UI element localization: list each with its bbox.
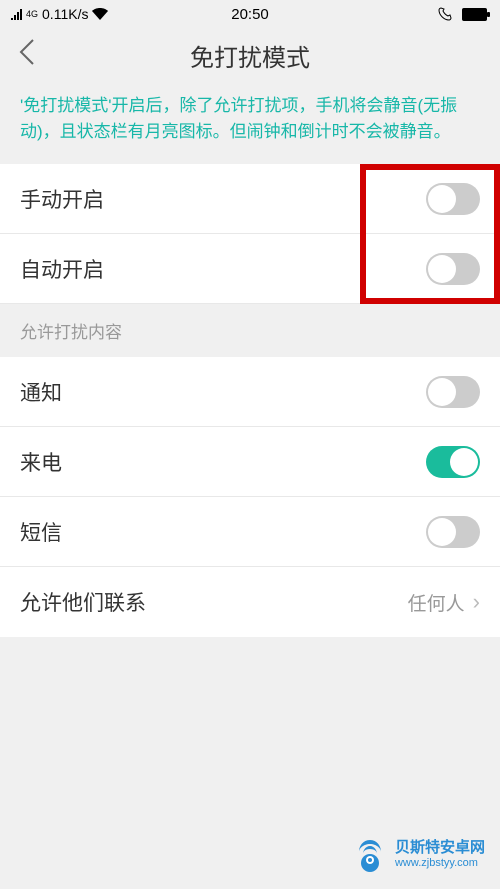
watermark: 贝斯特安卓网 www.zjbstyy.com [351, 836, 485, 874]
notification-row: 通知 [0, 357, 500, 427]
signal-label: 4G [26, 9, 38, 19]
status-right [438, 7, 490, 21]
manual-enable-row: 手动开启 [0, 164, 500, 234]
watermark-logo-icon [351, 836, 389, 874]
allow-section-header: 允许打扰内容 [0, 304, 500, 357]
auto-enable-label: 自动开启 [20, 254, 104, 284]
allow-contact-row[interactable]: 允许他们联系 任何人 › [0, 567, 500, 637]
manual-enable-toggle[interactable] [426, 183, 480, 215]
notification-label: 通知 [20, 377, 62, 407]
status-bar: 4G 0.11K/s 20:50 [0, 0, 500, 28]
call-toggle[interactable] [426, 446, 480, 478]
status-time: 20:50 [231, 6, 269, 23]
network-speed: 0.11K/s [42, 6, 88, 22]
toggle-section: 手动开启 自动开启 [0, 164, 500, 304]
call-label: 来电 [20, 447, 62, 477]
chevron-right-icon: › [473, 589, 480, 615]
auto-enable-row: 自动开启 [0, 234, 500, 304]
page-title: 免打扰模式 [0, 38, 500, 73]
status-left: 4G 0.11K/s [10, 6, 108, 22]
sms-label: 短信 [20, 517, 62, 547]
allow-contact-label: 允许他们联系 [20, 587, 146, 617]
notification-toggle[interactable] [426, 376, 480, 408]
description-text: '免打扰模式'开启后，除了允许打扰项，手机将会静音(无振动)，且状态栏有月亮图标… [0, 83, 500, 164]
watermark-url: www.zjbstyy.com [395, 857, 485, 870]
auto-enable-toggle[interactable] [426, 253, 480, 285]
battery-icon [462, 8, 490, 21]
call-row: 来电 [0, 427, 500, 497]
allow-contact-value: 任何人 [408, 589, 465, 616]
manual-enable-label: 手动开启 [20, 184, 104, 214]
allow-section: 通知 来电 短信 允许他们联系 任何人 › [0, 357, 500, 637]
sms-row: 短信 [0, 497, 500, 567]
page-header: 免打扰模式 [0, 28, 500, 83]
wifi-icon [92, 8, 108, 20]
phone-hd-icon [438, 7, 456, 21]
sms-toggle[interactable] [426, 516, 480, 548]
signal-icon [10, 8, 24, 20]
watermark-title: 贝斯特安卓网 [395, 839, 485, 857]
back-button[interactable] [18, 38, 36, 73]
watermark-text: 贝斯特安卓网 www.zjbstyy.com [395, 839, 485, 870]
allow-contact-value-group: 任何人 › [408, 589, 480, 616]
